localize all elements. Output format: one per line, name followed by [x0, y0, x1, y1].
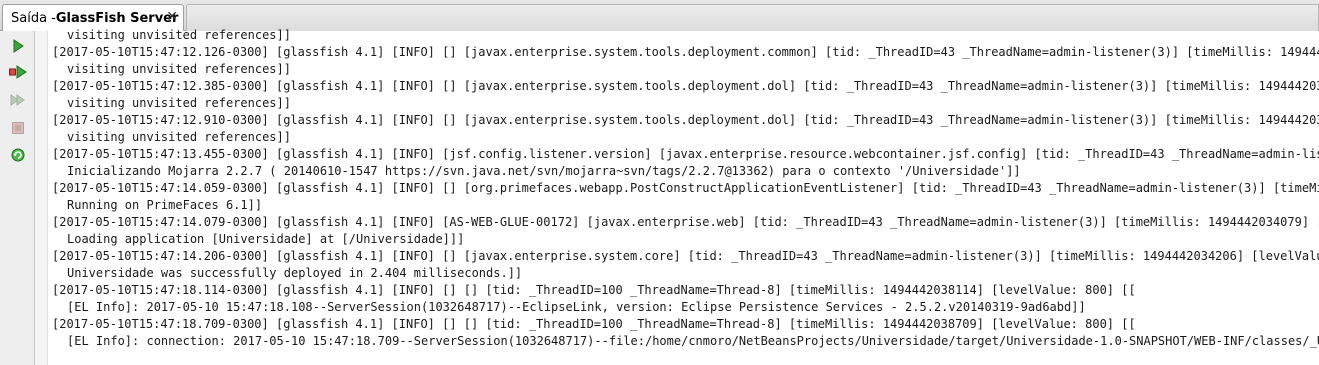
console-continuation-line: Universidade was successfully deployed i… [67, 266, 523, 280]
console-log-line: [2017-05-10T15:47:12.126-0300] [glassfis… [52, 45, 1319, 59]
console-log-line: [2017-05-10T15:47:18.114-0300] [glassfis… [52, 283, 1136, 297]
console-log-line: [2017-05-10T15:47:14.079-0300] [glassfis… [52, 215, 1319, 229]
output-toolbar [0, 31, 35, 365]
console-continuation-line: [EL Info]: connection: 2017-05-10 15:47:… [67, 334, 1319, 348]
console-continuation-line: visiting unvisited references]] [67, 96, 291, 110]
refresh-icon[interactable] [9, 146, 27, 164]
console-gutter [35, 31, 48, 365]
tab-title: GlassFish Server [55, 10, 179, 26]
console-continuation-line: Loading application [Universidade] at [/… [67, 232, 465, 246]
continue-disabled-icon[interactable] [9, 91, 27, 109]
console-continuation-line: Running on PrimeFaces 6.1]] [67, 198, 263, 212]
tab-prefix: Saída - [11, 10, 56, 26]
console-log-line: [2017-05-10T15:47:12.385-0300] [glassfis… [52, 79, 1319, 93]
console-log-line: [2017-05-10T15:47:13.455-0300] [glassfis… [52, 147, 1319, 161]
console-continuation-line: visiting unvisited references]] [67, 130, 291, 144]
console-output[interactable]: visiting unvisited references]] [2017-05-… [52, 27, 1319, 365]
console-continuation-line: visiting unvisited references]] [67, 62, 291, 76]
console-continuation-line: Inicializando Mojarra 2.2.7 ( 20140610-1… [67, 164, 1021, 178]
console-log-line: [2017-05-10T15:47:14.206-0300] [glassfis… [52, 249, 1319, 263]
rerun-with-stop-icon[interactable] [9, 63, 27, 81]
console-log-line: [2017-05-10T15:47:14.059-0300] [glassfis… [52, 181, 1319, 195]
console-log-line: [2017-05-10T15:47:18.709-0300] [glassfis… [52, 317, 1136, 331]
console-continuation-line: visiting unvisited references]] [67, 28, 291, 42]
console-log-line: [2017-05-10T15:47:12.910-0300] [glassfis… [52, 113, 1319, 127]
console-continuation-line: [EL Info]: 2017-05-10 15:47:18.108--Serv… [67, 300, 1086, 314]
close-icon[interactable]: ✕ [166, 10, 178, 24]
run-icon[interactable] [9, 37, 27, 55]
stop-disabled-icon[interactable] [9, 119, 27, 137]
